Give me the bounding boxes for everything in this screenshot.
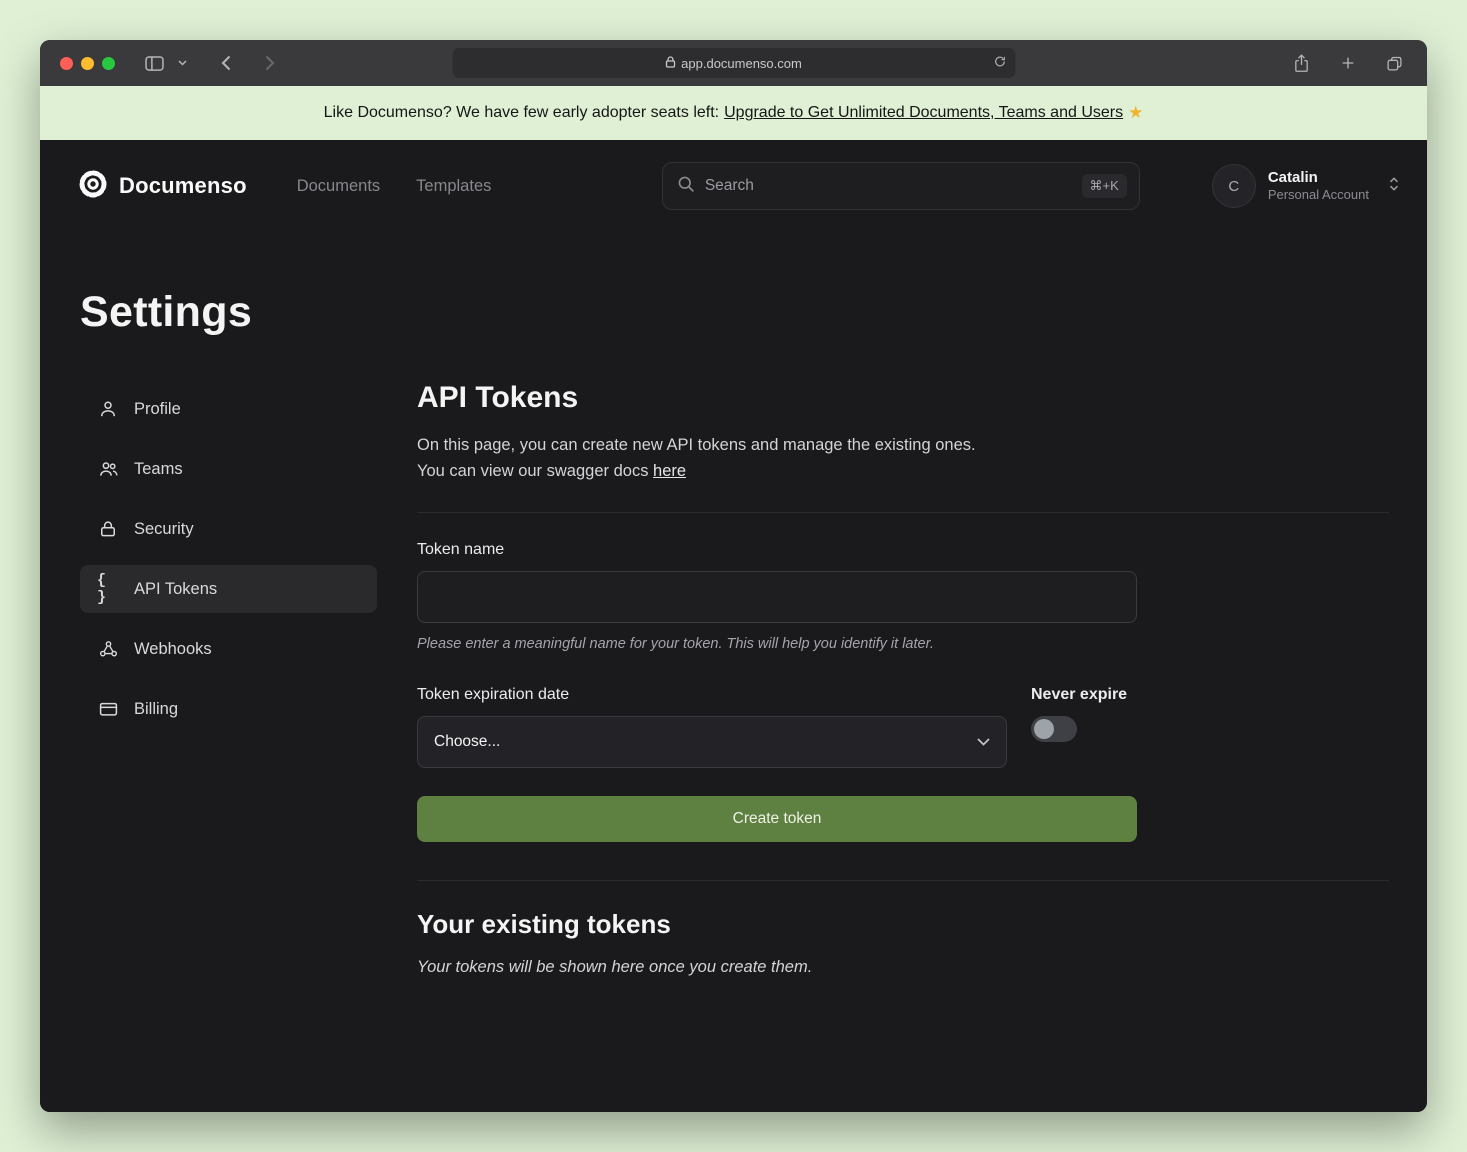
- sidebar-item-label: API Tokens: [134, 580, 217, 599]
- forward-button[interactable]: [261, 51, 279, 75]
- documenso-logo-icon: [78, 169, 108, 204]
- sidebar-item-label: Billing: [134, 700, 178, 719]
- account-type: Personal Account: [1268, 187, 1369, 204]
- zoom-window-button[interactable]: [102, 57, 115, 70]
- reload-icon[interactable]: [993, 55, 1006, 71]
- main-nav: Documents Templates: [297, 177, 492, 196]
- token-name-input[interactable]: [417, 571, 1137, 623]
- toolbar-left-icons: [141, 52, 191, 75]
- global-search[interactable]: ⌘+K: [662, 162, 1140, 210]
- page-title: Settings: [80, 288, 1389, 337]
- share-icon[interactable]: [1289, 50, 1314, 77]
- toggle-knob: [1034, 719, 1054, 739]
- existing-tokens-empty-message: Your tokens will be shown here once you …: [417, 958, 1389, 977]
- api-tokens-panel: API Tokens On this page, you can create …: [417, 385, 1389, 977]
- address-bar[interactable]: app.documenso.com: [452, 48, 1015, 78]
- webhook-icon: [97, 639, 119, 659]
- upgrade-link[interactable]: Upgrade to Get Unlimited Documents, Team…: [724, 104, 1123, 122]
- toolbar-right-icons: [1289, 50, 1407, 77]
- lock-icon: [665, 56, 675, 71]
- url-text: app.documenso.com: [681, 56, 802, 71]
- token-name-label: Token name: [417, 541, 1389, 559]
- user-icon: [97, 399, 119, 419]
- nav-documents[interactable]: Documents: [297, 177, 380, 196]
- section-description: On this page, you can create new API tok…: [417, 436, 976, 454]
- nav-templates[interactable]: Templates: [416, 177, 491, 196]
- window-controls: [60, 57, 115, 70]
- never-expire-label: Never expire: [1031, 686, 1137, 704]
- avatar: C: [1212, 164, 1256, 208]
- sidebar-item-security[interactable]: Security: [80, 505, 377, 553]
- app-header: Documenso Documents Templates ⌘+K C Cata…: [40, 140, 1427, 232]
- existing-tokens-title: Your existing tokens: [417, 909, 1389, 940]
- never-expire-toggle[interactable]: [1031, 716, 1077, 742]
- back-button[interactable]: [217, 51, 235, 75]
- sidebar-item-label: Security: [134, 520, 194, 539]
- star-icon: ★: [1128, 103, 1143, 123]
- settings-sidebar: Profile Teams Security: [80, 385, 377, 977]
- chevron-down-icon: [977, 733, 990, 751]
- account-menu[interactable]: C Catalin Personal Account: [1212, 164, 1401, 208]
- expiration-label: Token expiration date: [417, 686, 1007, 704]
- credit-card-icon: [97, 699, 119, 719]
- swagger-docs-link[interactable]: here: [653, 462, 686, 480]
- brand[interactable]: Documenso: [78, 169, 247, 204]
- sidebar-item-profile[interactable]: Profile: [80, 385, 377, 433]
- tab-overview-icon[interactable]: [1382, 51, 1407, 76]
- search-input[interactable]: [705, 177, 1072, 195]
- account-name: Catalin: [1268, 168, 1369, 188]
- documenso-app: Documenso Documents Templates ⌘+K C Cata…: [40, 140, 1427, 1112]
- search-icon: [677, 175, 695, 198]
- settings-page: Settings Profile Teams: [40, 288, 1427, 1017]
- history-nav: [217, 51, 279, 75]
- docs-text: You can view our swagger docs: [417, 462, 653, 480]
- divider: [417, 512, 1389, 513]
- browser-window: app.documenso.com Like Documenso? We hav…: [40, 40, 1427, 1112]
- lock-icon: [97, 519, 119, 539]
- sidebar-item-label: Profile: [134, 400, 181, 419]
- users-icon: [97, 459, 119, 479]
- sidebar-item-label: Webhooks: [134, 640, 212, 659]
- search-shortcut-badge: ⌘+K: [1082, 174, 1127, 198]
- sidebar-item-billing[interactable]: Billing: [80, 685, 377, 733]
- minimize-window-button[interactable]: [81, 57, 94, 70]
- token-name-help: Please enter a meaningful name for your …: [417, 636, 1389, 652]
- create-token-button[interactable]: Create token: [417, 796, 1137, 842]
- section-title: API Tokens: [417, 381, 1389, 415]
- chevron-up-down-icon: [1387, 175, 1401, 198]
- sidebar-toggle-icon[interactable]: [141, 52, 168, 75]
- brand-name: Documenso: [119, 173, 247, 199]
- expiration-select[interactable]: Choose...: [417, 716, 1007, 768]
- sidebar-item-api-tokens[interactable]: { } API Tokens: [80, 565, 377, 613]
- promo-banner: Like Documenso? We have few early adopte…: [40, 86, 1427, 140]
- new-tab-icon[interactable]: [1336, 51, 1360, 75]
- sidebar-item-teams[interactable]: Teams: [80, 445, 377, 493]
- expiration-value: Choose...: [434, 733, 500, 751]
- banner-text: Like Documenso? We have few early adopte…: [324, 104, 719, 122]
- divider: [417, 880, 1389, 881]
- close-window-button[interactable]: [60, 57, 73, 70]
- braces-icon: { }: [97, 572, 119, 606]
- sidebar-item-webhooks[interactable]: Webhooks: [80, 625, 377, 673]
- sidebar-item-label: Teams: [134, 460, 183, 479]
- browser-titlebar: app.documenso.com: [40, 40, 1427, 86]
- sidebar-chevron-down-icon[interactable]: [174, 56, 191, 70]
